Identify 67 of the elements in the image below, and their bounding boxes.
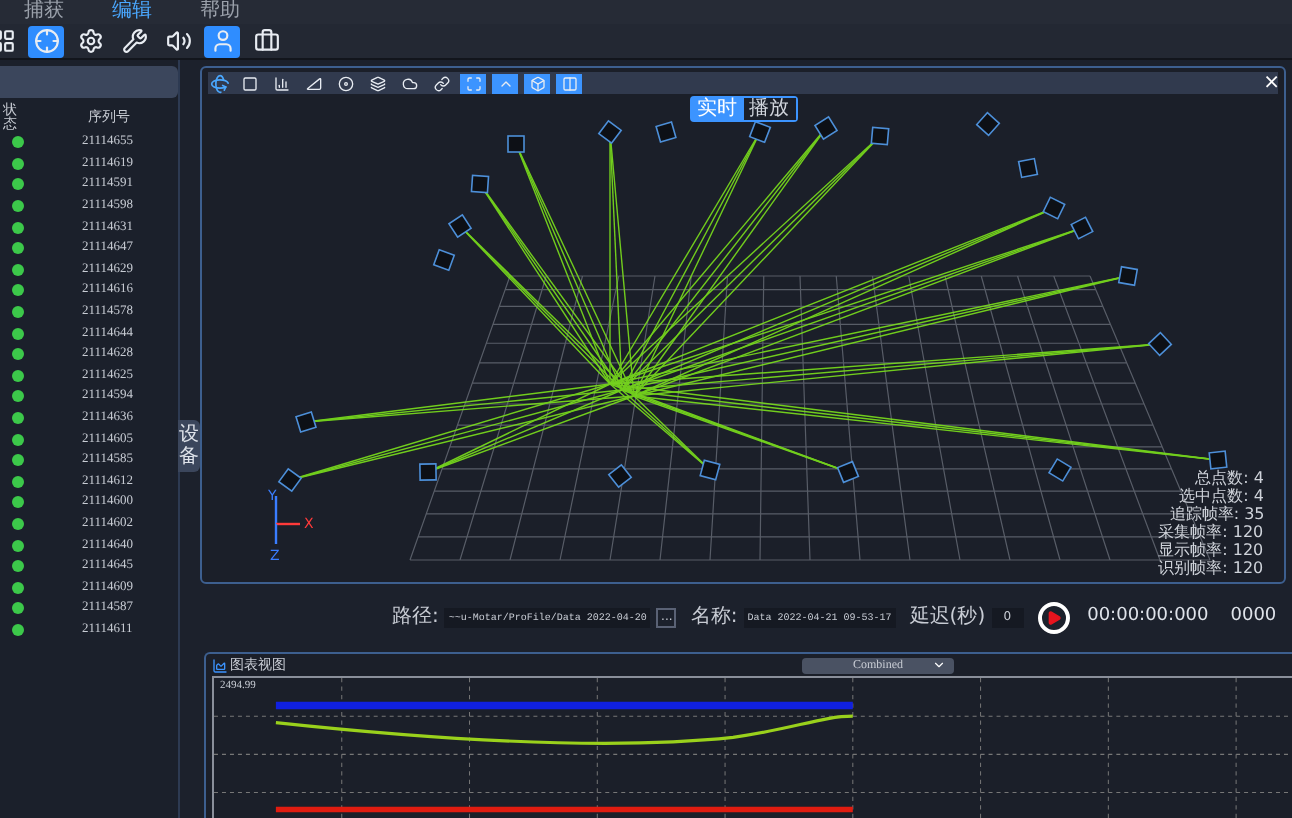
- stat-text: 识别帧率: 120: [1158, 561, 1264, 577]
- delay-label: 延迟(秒): [909, 606, 986, 630]
- layers-icon: [369, 75, 385, 91]
- view-tool-button[interactable]: [556, 73, 582, 93]
- camera-icon: [1047, 457, 1073, 483]
- toolbar-button[interactable]: [28, 25, 64, 57]
- camera-icon: [277, 467, 303, 493]
- speaker-icon: [165, 28, 191, 54]
- side-tab[interactable]: 设备: [178, 420, 200, 472]
- camera-icon: [507, 135, 525, 153]
- stat-text: 采集帧率: 120: [1158, 525, 1264, 541]
- time-display: 00:00:00:000: [1087, 604, 1209, 631]
- camera-icon: [1147, 331, 1173, 357]
- close-button[interactable]: ×: [1263, 73, 1280, 93]
- camera-icon: [655, 121, 677, 143]
- frame-counter: 0000: [1230, 604, 1277, 631]
- camera-icon: [1042, 196, 1066, 220]
- camera-icon: [1208, 450, 1228, 470]
- play-button[interactable]: [1037, 602, 1070, 634]
- name-label: 名称:: [690, 606, 738, 630]
- cube-icon: [529, 75, 545, 91]
- caret-icon: [932, 658, 946, 672]
- camera-icon: [470, 174, 490, 194]
- path-label: 路径:: [392, 606, 439, 630]
- camera-icon: [870, 126, 890, 146]
- cloud-icon: [401, 75, 417, 91]
- menu-tab[interactable]: 编辑: [104, 0, 160, 24]
- axis-gizmo: [274, 496, 300, 544]
- camera-icon: [836, 460, 860, 484]
- camera-icon: [419, 463, 437, 481]
- bar-chart-icon: [273, 75, 289, 91]
- camera-icon: [1017, 157, 1039, 179]
- camera-icon: [295, 411, 317, 433]
- camera-icon: [748, 120, 772, 144]
- camera-icon: [813, 115, 839, 141]
- camera-icon: [597, 119, 623, 145]
- link-icon: [433, 75, 449, 91]
- camera-icon: [975, 111, 1001, 137]
- stat-text: 追踪帧率: 35: [1169, 507, 1264, 523]
- columns-icon: [561, 75, 577, 91]
- toolbar-button[interactable]: [204, 25, 240, 57]
- person-icon: [209, 28, 235, 54]
- camera-icon: [699, 459, 721, 481]
- menu-tab[interactable]: 帮助: [192, 0, 248, 24]
- stat-text: 显示帧率: 120: [1158, 543, 1264, 559]
- angle-icon: [305, 75, 321, 91]
- play-icon: [1045, 610, 1062, 626]
- camera-icon: [1070, 216, 1094, 240]
- stat-text: 选中点数: 4: [1179, 489, 1264, 505]
- frame-icon: [241, 75, 257, 91]
- target-icon: [33, 28, 59, 54]
- disc-icon: [337, 75, 353, 91]
- fit-icon: [465, 75, 481, 91]
- gear-icon: [77, 28, 103, 54]
- chart-icon: [212, 657, 228, 673]
- briefcase-icon: [253, 28, 279, 54]
- wrench-icon: [121, 28, 147, 54]
- view-tool-button[interactable]: [524, 73, 550, 93]
- camera-icon: [447, 213, 473, 239]
- camera-icon: [1117, 265, 1139, 287]
- mode-tab[interactable]: 播放: [743, 98, 795, 120]
- stat-text: 总点数: 4: [1195, 471, 1264, 487]
- view-tool-button[interactable]: [460, 73, 486, 93]
- camera-icon: [432, 248, 456, 272]
- view-tool-button[interactable]: [492, 73, 518, 93]
- camera-icon: [607, 463, 633, 489]
- rotate-3d-icon: [210, 73, 230, 93]
